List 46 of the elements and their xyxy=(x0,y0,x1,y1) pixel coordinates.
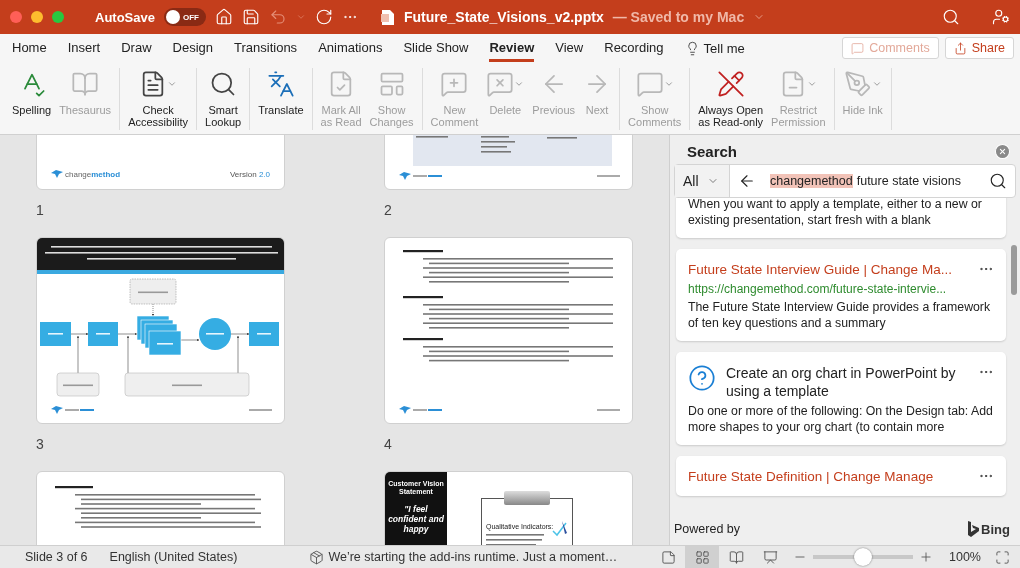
ribbon-button[interactable]: Translate xyxy=(254,68,308,130)
quote-text: "I feel confident and happy xyxy=(388,504,444,534)
result-description: When you want to apply a template, either to a new or existing presentation, start fresh with a blank xyxy=(688,198,983,228)
result-card[interactable]: Future State Interview Guide | Change Ma... https://changemethod.com/future-state-intervie... The Future State Interview Guide provides a framework of ten key questions and a summary xyxy=(676,249,1006,341)
ribbon-button[interactable]: Check Accessibility xyxy=(124,68,193,130)
autosave-toggle[interactable]: OFF xyxy=(163,8,206,26)
language-text[interactable]: English (United States) xyxy=(109,550,238,564)
tell-me-field[interactable]: Tell me xyxy=(703,40,745,56)
slide-number: 3 xyxy=(36,436,45,452)
result-card[interactable]: When you want to apply a template, either to a new or existing presentation, start fresh with a blank xyxy=(676,198,1006,238)
slide-number: 1 xyxy=(36,202,45,218)
slide-count: Slide 3 of 6 xyxy=(25,550,88,564)
result-card[interactable]: Future State Definition | Change Manage xyxy=(676,456,1006,496)
save-status: — Saved to my Mac xyxy=(612,9,745,25)
result-description: The Future State Interview Guide provides a framework of ten key questions and a summary xyxy=(688,299,992,331)
result-title[interactable]: Create an org chart in PowerPoint by using a template xyxy=(726,364,968,400)
ribbon-button[interactable]: Always Open as Read-only xyxy=(694,68,768,130)
ribbon-tab[interactable]: Animations xyxy=(318,34,383,62)
file-name: Future_State_Visions_v2.pptx xyxy=(403,9,604,25)
slide-number: 4 xyxy=(384,436,393,452)
ribbon-tab[interactable]: Draw xyxy=(121,34,152,62)
ribbon-tab[interactable]: Insert xyxy=(67,34,101,62)
result-title[interactable]: Future State Interview Guide | Change Ma... xyxy=(688,261,968,279)
status-message: We’re starting the add-ins runtime. Just a moment… xyxy=(328,550,618,564)
result-card[interactable]: Create an org chart in PowerPoint by using a template Do one or more of the following: On the Design tab: Add more shapes to your org chart (to contain more xyxy=(676,352,1006,445)
ribbon-button[interactable]: Spelling xyxy=(8,68,56,130)
ribbon-tab[interactable]: Design xyxy=(172,34,213,62)
ribbon-tab[interactable]: Home xyxy=(12,34,47,62)
result-url[interactable]: https://changemethod.com/future-state-intervie... xyxy=(688,282,994,296)
logo-text: changemethod xyxy=(65,169,121,179)
slide-number: 2 xyxy=(384,202,393,218)
autosave-label: AutoSave xyxy=(95,9,155,25)
ribbon-tab[interactable]: Transitions xyxy=(234,34,298,62)
ribbon-tab[interactable]: Slide Show xyxy=(403,34,469,62)
share-button[interactable]: Share xyxy=(944,37,1014,59)
powered-by-text: Powered by xyxy=(674,522,740,536)
ribbon-tab[interactable]: View xyxy=(555,34,584,62)
result-description: Do one or more of the following: On the Design tab: Add more shapes to your org chart (to contain more xyxy=(688,403,994,435)
result-title[interactable]: Future State Definition | Change Manage xyxy=(688,468,968,486)
ribbon-button[interactable]: Smart Lookup xyxy=(201,68,246,130)
ribbon-tab[interactable]: Recording xyxy=(604,34,664,62)
provider-name: Bing xyxy=(981,521,1010,537)
pane-title: Search xyxy=(687,143,738,160)
slide-thumbnail[interactable]: changemethod Version 2.0 xyxy=(36,135,285,190)
version-text: Version 2.0 xyxy=(229,169,270,179)
zoom-value[interactable]: 100% xyxy=(949,550,981,564)
